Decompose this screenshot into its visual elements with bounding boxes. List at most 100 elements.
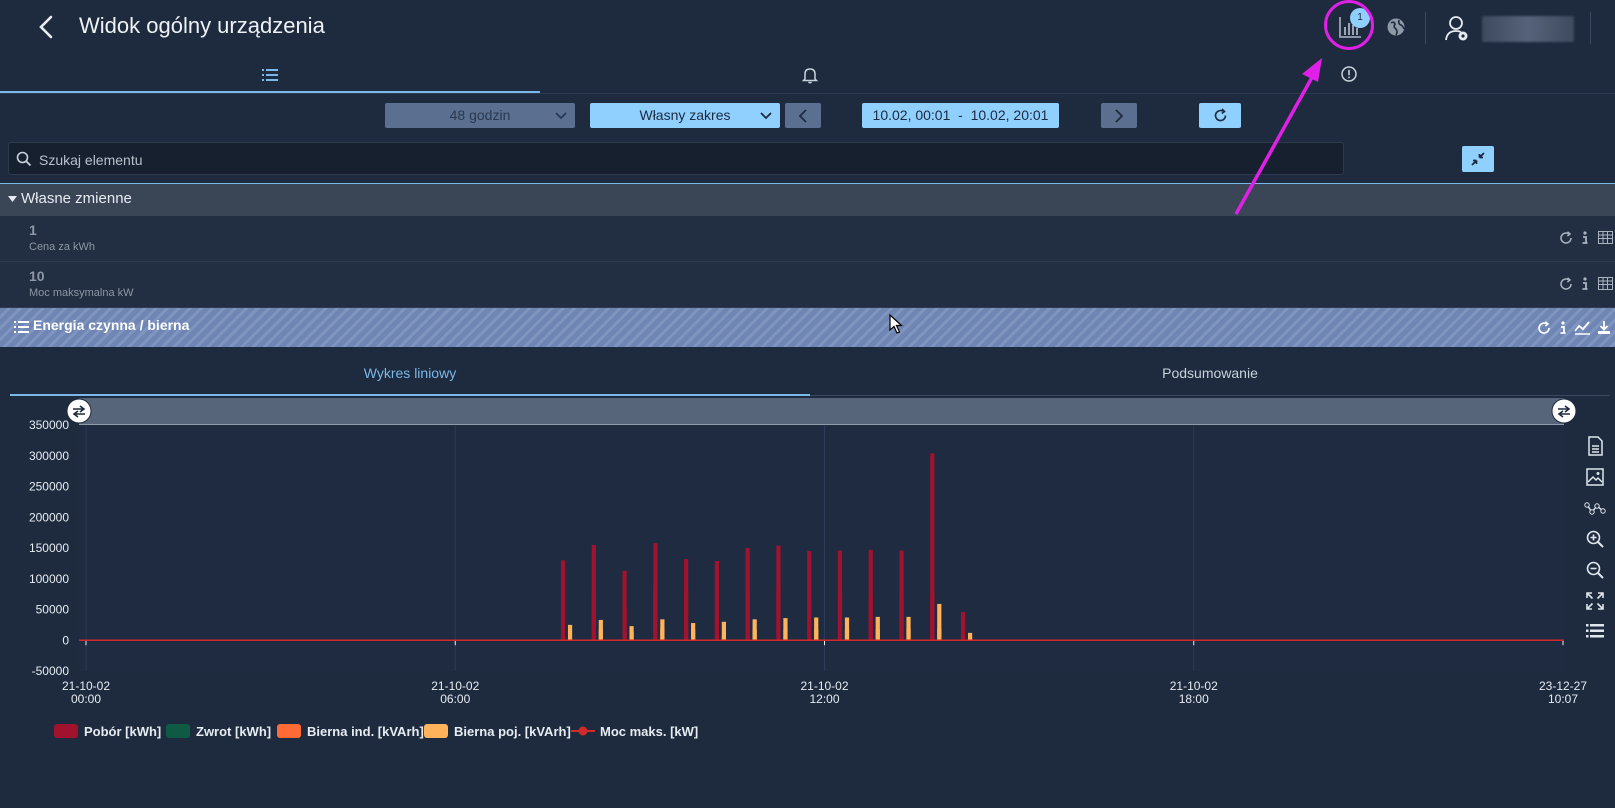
y-tick-label: 300000 <box>29 449 69 463</box>
save-image-icon[interactable] <box>1586 468 1604 486</box>
refresh-button[interactable] <box>1199 103 1241 128</box>
y-tick-label: 250000 <box>29 480 69 494</box>
energy-chart: 350000 300000 250000 200000 150000 100000 5000… <box>29 398 1587 706</box>
expand-icon[interactable] <box>1586 592 1604 610</box>
chart-bar <box>691 623 696 641</box>
chevron-right-icon <box>1115 109 1124 123</box>
variable-value: 10 <box>29 268 45 284</box>
chart-bar <box>776 545 781 641</box>
tabs-divider <box>810 395 1610 396</box>
info-icon[interactable] <box>1581 277 1589 291</box>
legend-label: Bierna ind. [kVArh] <box>307 724 424 739</box>
legend-swatch <box>54 724 78 738</box>
tab-info[interactable] <box>1341 66 1357 82</box>
range-select[interactable]: 48 godzin <box>385 103 575 128</box>
header-separator <box>1590 12 1591 44</box>
line-chart-icon[interactable] <box>1574 321 1591 335</box>
search-input[interactable] <box>37 149 1331 171</box>
zoom-out-icon[interactable] <box>1586 561 1604 579</box>
chevron-left-icon <box>798 109 807 123</box>
refresh-icon[interactable] <box>1537 321 1551 335</box>
chart-bar <box>937 603 942 641</box>
x-tick-label: 06:00 <box>440 692 470 706</box>
zoom-handle-left[interactable] <box>66 398 92 424</box>
refresh-icon <box>1214 108 1227 122</box>
tab-summary[interactable]: Podsumowanie <box>810 358 1610 396</box>
download-icon[interactable] <box>1597 320 1611 335</box>
next-range-button[interactable] <box>1101 103 1137 128</box>
table-icon[interactable] <box>1598 231 1613 244</box>
header-bar: Widok ogólny urządzenia 1 <box>0 0 1615 56</box>
chart-bar <box>622 570 627 641</box>
variable-label: Moc maksymalna kW <box>29 287 134 299</box>
compress-icon <box>1471 152 1485 166</box>
chart-bar <box>591 544 596 641</box>
refresh-icon[interactable] <box>1559 231 1573 245</box>
group-energy-header[interactable]: Energia czynna / bierna <box>0 308 1615 347</box>
search-icon <box>16 151 32 167</box>
back-arrow-icon[interactable] <box>36 14 60 40</box>
exclamation-circle-icon <box>1341 66 1357 82</box>
zoom-slider-band[interactable] <box>79 398 1564 425</box>
legend-swatch <box>277 724 301 738</box>
range-select-value: 48 godzin <box>449 107 511 123</box>
info-icon[interactable] <box>1581 231 1589 245</box>
chart-bar <box>837 550 843 641</box>
zoom-in-icon[interactable] <box>1586 530 1604 548</box>
info-icon[interactable] <box>1559 321 1567 335</box>
zoom-handle-right[interactable] <box>1551 398 1577 424</box>
x-tick-label: 21-10-02 <box>62 679 110 693</box>
list-item[interactable]: 10 Moc maksymalna kW <box>0 262 1615 308</box>
caret-down-icon <box>8 196 17 202</box>
data-view-icon[interactable] <box>1586 436 1604 456</box>
view-tabs <box>0 56 1615 94</box>
chart-bar <box>844 617 850 641</box>
bell-icon <box>801 68 819 84</box>
chart-bar <box>660 619 665 641</box>
legend-swatch <box>166 724 190 738</box>
plot-area <box>79 425 1564 671</box>
globe-icon[interactable] <box>1386 17 1406 37</box>
x-tick-label: 21-10-02 <box>800 679 848 693</box>
chart-bar <box>653 543 658 641</box>
legend-label: Zwrot [kWh] <box>196 724 272 739</box>
tab-line-chart[interactable]: Wykres liniowy <box>10 358 810 396</box>
tab-alarms[interactable] <box>801 66 819 84</box>
legend-line-marker <box>571 726 595 736</box>
user-settings-icon[interactable] <box>1444 14 1470 42</box>
range-type-value: Własny zakres <box>639 107 731 123</box>
y-tick-label: 0 <box>62 633 69 647</box>
highlight-circle-annotation <box>1324 0 1374 50</box>
x-tick-label: 18:00 <box>1179 692 1209 706</box>
x-tick-label: 10:07 <box>1548 692 1578 706</box>
refresh-icon[interactable] <box>1559 277 1573 291</box>
x-tick-label: 12:00 <box>809 692 839 706</box>
section-own-variables[interactable]: Własne zmienne <box>0 183 1615 216</box>
list-icon <box>262 69 278 81</box>
x-tick-label: 21-10-02 <box>1170 679 1218 693</box>
y-tick-label: 350000 <box>29 418 69 432</box>
chart-bar <box>745 548 750 641</box>
list-icon[interactable] <box>1586 624 1604 638</box>
line-type-icon[interactable] <box>1584 500 1606 516</box>
chart-bar <box>906 616 911 641</box>
list-item[interactable]: 1 Cena za kWh <box>0 216 1615 262</box>
chart-bar <box>807 551 812 641</box>
chevron-down-icon <box>760 112 772 120</box>
x-tick-label: 23-12-27 <box>1539 679 1587 693</box>
collapse-all-button[interactable] <box>1462 146 1494 172</box>
chart-bar <box>783 618 788 641</box>
tab-list[interactable] <box>262 68 278 82</box>
user-name-blurred <box>1482 16 1574 42</box>
group-title: Energia czynna / bierna <box>33 317 190 333</box>
chart-bar <box>714 560 720 641</box>
chart-bar <box>567 624 573 641</box>
date-range-field[interactable]: 10.02, 00:01 - 10.02, 20:01 <box>862 103 1059 128</box>
table-icon[interactable] <box>1598 277 1613 290</box>
chart-tabs: Wykres liniowy Podsumowanie <box>10 358 1610 398</box>
prev-range-button[interactable] <box>785 103 821 128</box>
chart-bar <box>930 453 935 641</box>
search-box <box>8 142 1344 175</box>
active-tab-indicator <box>10 394 810 396</box>
range-type-select[interactable]: Własny zakres <box>590 103 780 128</box>
